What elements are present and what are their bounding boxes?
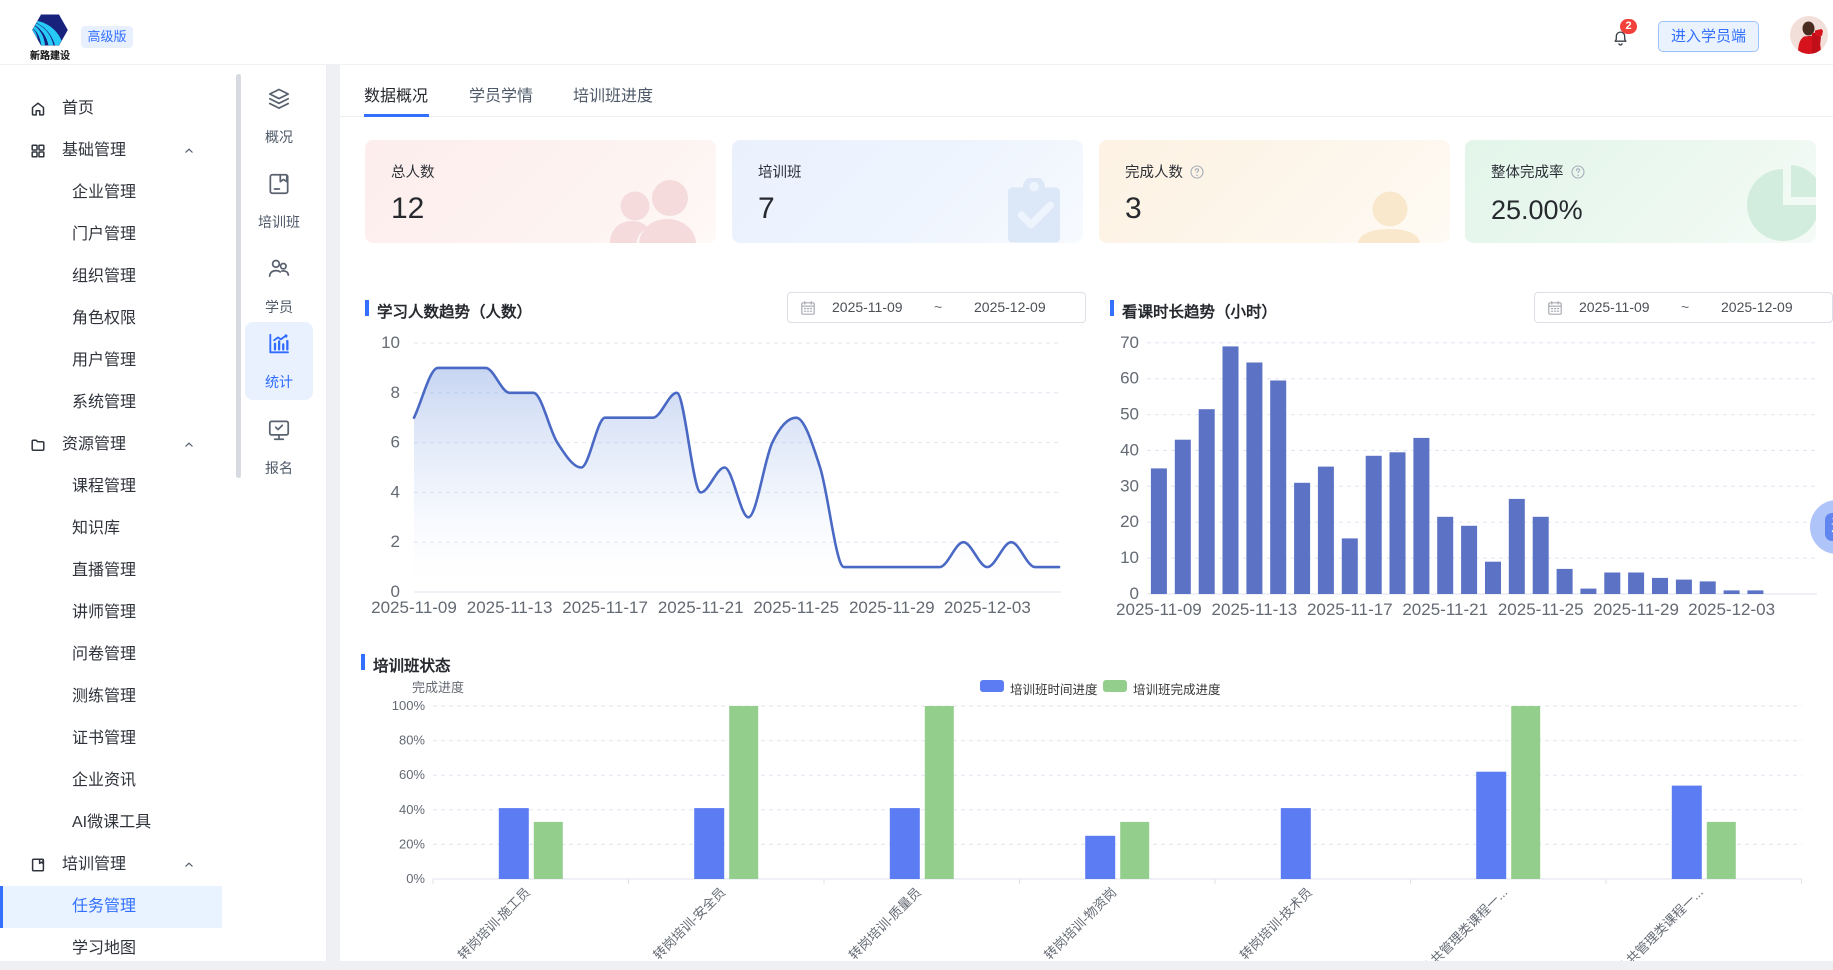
svg-text:2025-12-03: 2025-12-03 xyxy=(1688,600,1775,619)
svg-text:转岗培训-施工员: 转岗培训-施工员 xyxy=(455,885,533,961)
svg-text:2025-11-25: 2025-11-25 xyxy=(753,598,839,617)
svg-text:4: 4 xyxy=(391,482,400,501)
svg-text:2025-11-29: 2025-11-29 xyxy=(1593,600,1679,619)
svg-text:0%: 0% xyxy=(406,871,425,886)
svg-text:2025-11-17: 2025-11-17 xyxy=(562,598,648,617)
svg-text:转岗培训-安全员: 转岗培训-安全员 xyxy=(650,885,728,961)
svg-text:10: 10 xyxy=(381,333,400,352)
svg-text:2025-11-09: 2025-11-09 xyxy=(1116,600,1202,619)
svg-text:10: 10 xyxy=(1120,548,1139,567)
svg-text:2025-11-21: 2025-11-21 xyxy=(1402,600,1488,619)
svg-text:60%: 60% xyxy=(399,767,425,782)
svg-text:70: 70 xyxy=(1120,333,1139,352)
svg-text:转岗培训-质量员: 转岗培训-质量员 xyxy=(846,885,924,961)
svg-text:2025-11-29: 2025-11-29 xyxy=(849,598,935,617)
svg-text:2025-11-25: 2025-11-25 xyxy=(1498,600,1584,619)
svg-text:40%: 40% xyxy=(399,802,425,817)
svg-text:转岗培训-技术员: 转岗培训-技术员 xyxy=(1237,885,1315,961)
svg-text:100%: 100% xyxy=(392,698,426,713)
svg-text:转岗培训-物资岗: 转岗培训-物资岗 xyxy=(1041,885,1119,961)
svg-text:50: 50 xyxy=(1120,405,1139,424)
svg-text:40: 40 xyxy=(1120,441,1139,460)
svg-text:2025-11-09: 2025-11-09 xyxy=(371,598,457,617)
svg-text:6: 6 xyxy=(391,433,400,452)
svg-text:30: 30 xyxy=(1120,476,1139,495)
svg-text:20%: 20% xyxy=(399,836,425,851)
svg-text:2025-11-17: 2025-11-17 xyxy=(1307,600,1393,619)
svg-text:2: 2 xyxy=(391,532,400,551)
svg-text:8: 8 xyxy=(391,383,400,402)
svg-text:2025-11-21: 2025-11-21 xyxy=(658,598,744,617)
svg-text:80%: 80% xyxy=(399,733,425,748)
svg-text:2025-11-13: 2025-11-13 xyxy=(1212,600,1298,619)
svg-text:2025-12-03: 2025-12-03 xyxy=(944,598,1031,617)
svg-text:完成进度: 完成进度 xyxy=(412,680,464,695)
svg-text:20: 20 xyxy=(1120,512,1139,531)
svg-text:60: 60 xyxy=(1120,369,1139,388)
svg-text:公共管理类课程一...: 公共管理类课程一... xyxy=(1419,885,1511,961)
svg-text:2025-11-13: 2025-11-13 xyxy=(467,598,553,617)
svg-text:公共管理类课程一...: 公共管理类课程一... xyxy=(1614,885,1706,961)
